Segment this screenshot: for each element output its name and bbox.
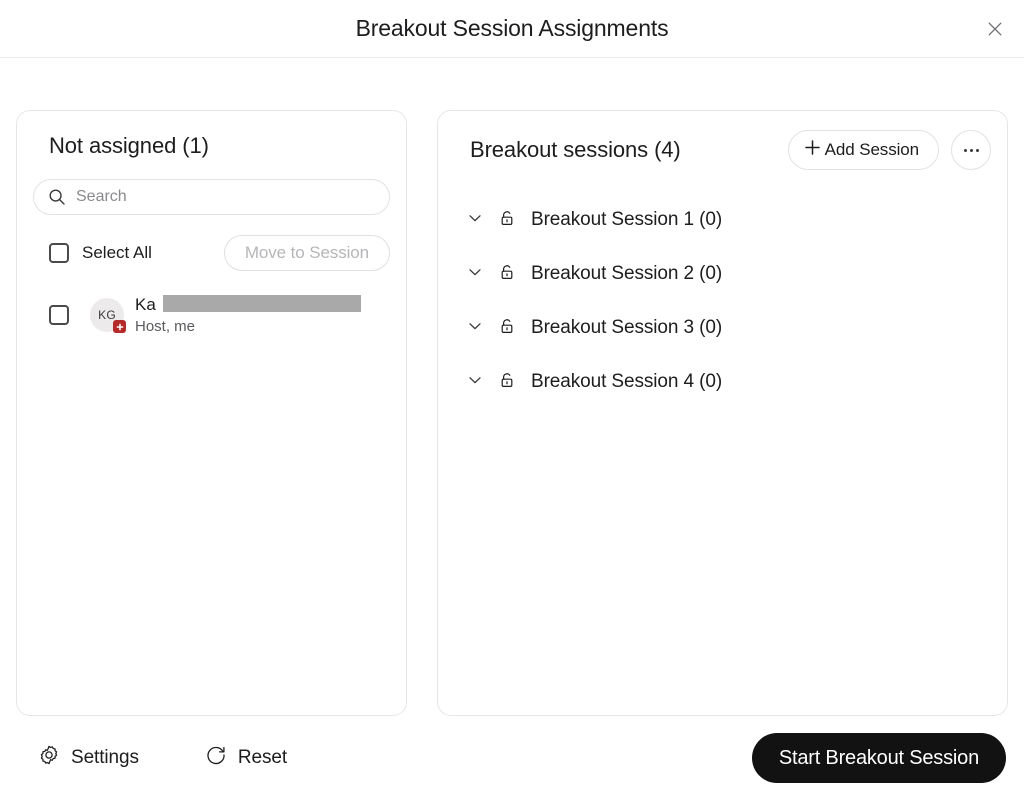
ellipsis-icon <box>963 148 979 152</box>
dialog-footer: Settings Reset Start Breakout Session <box>0 716 1024 800</box>
breakout-sessions-title: Breakout sessions (4) <box>470 137 681 162</box>
session-label: Breakout Session 3 (0) <box>531 317 723 338</box>
participant-role: Host, me <box>135 318 196 335</box>
chevron-down-icon[interactable] <box>466 209 484 232</box>
add-session-label: Add Session <box>824 140 919 159</box>
move-to-session-button[interactable]: Move to Session <box>223 235 390 271</box>
participant-text: Ka Host, me <box>135 294 361 336</box>
session-label: Breakout Session 2 (0) <box>531 263 723 284</box>
redaction-bar <box>163 295 361 312</box>
page-title: Breakout Session Assignments <box>355 15 669 41</box>
avatar: KG <box>90 298 126 333</box>
reset-label: Reset <box>237 747 287 768</box>
settings-label: Settings <box>71 747 139 768</box>
session-row[interactable]: Breakout Session 2 (0) <box>454 247 991 301</box>
breakout-sessions-header: Breakout sessions (4) Add Session <box>454 129 991 171</box>
refresh-icon <box>205 744 227 772</box>
participant-name-line: Ka <box>135 294 361 315</box>
more-options-button[interactable] <box>951 130 991 170</box>
start-breakout-session-button[interactable]: Start Breakout Session <box>751 733 1006 783</box>
not-assigned-panel: Not assigned (1) Select All Move to Sess… <box>16 110 407 716</box>
breakout-session-assignments-dialog: Breakout Session Assignments Not assigne… <box>0 0 1024 800</box>
list-item[interactable]: KG Ka Host, me <box>33 289 390 341</box>
close-button[interactable] <box>978 12 1012 46</box>
add-session-button[interactable]: Add Session <box>787 130 939 170</box>
participant-checkbox[interactable] <box>49 305 69 325</box>
unlock-icon[interactable] <box>498 317 516 340</box>
chevron-down-icon[interactable] <box>466 371 484 394</box>
search-box[interactable] <box>33 179 390 215</box>
session-row[interactable]: Breakout Session 3 (0) <box>454 301 991 355</box>
search-icon <box>48 188 66 206</box>
unlock-icon[interactable] <box>498 209 516 232</box>
participant-name: Ka <box>135 295 156 314</box>
unlock-icon[interactable] <box>498 263 516 286</box>
settings-button[interactable]: Settings <box>32 738 145 778</box>
dialog-header: Breakout Session Assignments <box>0 0 1024 58</box>
chevron-down-icon[interactable] <box>466 317 484 340</box>
session-label: Breakout Session 4 (0) <box>531 371 723 392</box>
select-all-row: Select All Move to Session <box>33 235 390 271</box>
plus-icon <box>803 138 822 162</box>
gear-icon <box>38 744 60 772</box>
select-all-label: Select All <box>82 243 152 262</box>
plus-badge-icon <box>113 320 126 333</box>
select-all-checkbox[interactable] <box>49 243 69 263</box>
reset-button[interactable]: Reset <box>199 738 293 778</box>
session-row[interactable]: Breakout Session 4 (0) <box>454 355 991 409</box>
dialog-body: Not assigned (1) Select All Move to Sess… <box>0 58 1024 716</box>
unlock-icon[interactable] <box>498 371 516 394</box>
close-icon <box>986 20 1004 38</box>
session-row[interactable]: Breakout Session 1 (0) <box>454 193 991 247</box>
session-list: Breakout Session 1 (0) Breakout Session … <box>454 193 991 409</box>
search-input[interactable] <box>76 188 375 206</box>
breakout-sessions-panel: Breakout sessions (4) Add Session Breako… <box>437 110 1008 716</box>
chevron-down-icon[interactable] <box>466 263 484 286</box>
not-assigned-title: Not assigned (1) <box>49 133 209 158</box>
session-label: Breakout Session 1 (0) <box>531 209 723 230</box>
